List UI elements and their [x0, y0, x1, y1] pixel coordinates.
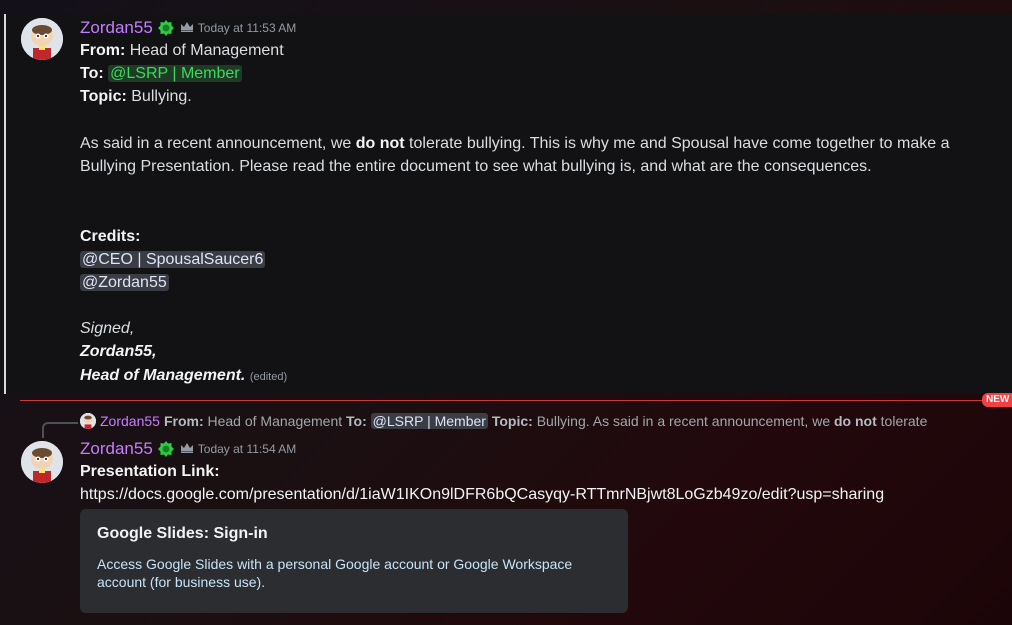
reply-preview[interactable]: Zordan55 From: Head of Management To: @L… [80, 413, 927, 429]
to-label: To: [80, 65, 104, 83]
role-mention[interactable]: @LSRP | Member [108, 65, 242, 83]
reply-username[interactable]: Zordan55 [100, 413, 160, 429]
from-value: Head of Management [125, 42, 284, 59]
edited-tag: (edited) [249, 370, 288, 383]
message-1-body: From: Head of Management To: @LSRP | Mem… [80, 39, 960, 387]
message-2-header: Zordan55 Today at 11:54 AM [80, 439, 296, 459]
topic-label: Topic: [80, 88, 127, 106]
username[interactable]: Zordan55 [80, 439, 153, 459]
reply-text-b: tolerate [880, 413, 928, 429]
from-label: From: [80, 42, 126, 59]
new-badge: NEW [982, 393, 1012, 407]
reply-from-label: From: [163, 413, 204, 429]
embed-title[interactable]: Google Slides: Sign-in [97, 525, 611, 543]
announcement-paragraph: As said in a recent announcement, we do … [80, 134, 950, 175]
reply-text-bold: do not [834, 413, 877, 429]
highlight-bar [4, 14, 6, 394]
avatar-image [21, 18, 63, 60]
reply-text-a: Bullying. As said in a recent announceme… [536, 413, 831, 429]
crown-icon [180, 19, 194, 37]
topic-value: Bullying. [126, 88, 192, 106]
message-1-header: Zordan55 Today at 11:53 AM [80, 18, 296, 38]
role-badge-icon[interactable] [157, 440, 175, 458]
reply-topic-label: Topic: [491, 413, 533, 429]
presentation-link-label: Presentation Link: [80, 463, 220, 480]
link-embed[interactable]: Google Slides: Sign-in Access Google Sli… [80, 509, 628, 613]
timestamp: Today at 11:54 AM [197, 442, 297, 456]
signature-name: Zordan55, [80, 343, 157, 361]
reply-to-label: To: [346, 413, 367, 429]
embed-description: Access Google Slides with a personal Goo… [97, 556, 573, 590]
reply-role-mention: @LSRP | Member [370, 413, 488, 429]
role-badge-icon[interactable] [157, 19, 175, 37]
reply-avatar [80, 413, 96, 429]
new-messages-divider [20, 400, 998, 401]
avatar[interactable] [21, 18, 63, 60]
message-2-body: Presentation Link: https://docs.google.c… [80, 460, 1000, 506]
credits-label: Credits: [80, 227, 141, 245]
avatar-image [21, 441, 63, 483]
signed-text: Signed, [80, 320, 135, 338]
crown-icon [180, 440, 194, 458]
timestamp: Today at 11:53 AM [197, 21, 297, 35]
user-mention-zordan[interactable]: @Zordan55 [80, 273, 169, 291]
user-mention-ceo[interactable]: @CEO | SpousalSaucer6 [80, 250, 266, 268]
reply-from-value: Head of Management [207, 413, 343, 429]
signature-title: Head of Management. [80, 366, 246, 384]
reply-spine [42, 422, 78, 438]
avatar[interactable] [21, 441, 63, 483]
presentation-link[interactable]: https://docs.google.com/presentation/d/1… [80, 483, 1000, 506]
username[interactable]: Zordan55 [80, 18, 153, 38]
